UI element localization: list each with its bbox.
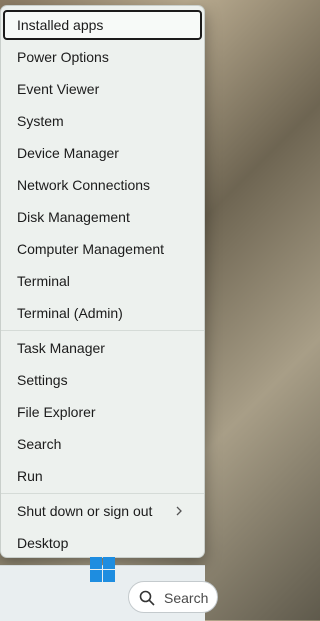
menu-item-label: Task Manager	[17, 340, 105, 356]
menu-item-label: Run	[17, 468, 43, 484]
menu-item-task-manager[interactable]: Task Manager	[5, 333, 200, 363]
menu-item-run[interactable]: Run	[5, 461, 200, 491]
menu-separator	[1, 493, 204, 494]
menu-item-disk-management[interactable]: Disk Management	[5, 202, 200, 232]
menu-item-search[interactable]: Search	[5, 429, 200, 459]
menu-item-label: System	[17, 113, 64, 129]
menu-item-event-viewer[interactable]: Event Viewer	[5, 74, 200, 104]
menu-item-system[interactable]: System	[5, 106, 200, 136]
menu-item-desktop[interactable]: Desktop	[5, 528, 200, 558]
menu-item-label: Desktop	[17, 535, 69, 551]
menu-separator	[1, 330, 204, 331]
chevron-right-icon	[176, 506, 182, 516]
windows-logo-icon[interactable]	[90, 557, 115, 582]
menu-item-device-manager[interactable]: Device Manager	[5, 138, 200, 168]
menu-item-terminal-admin[interactable]: Terminal (Admin)	[5, 298, 200, 328]
menu-item-installed-apps[interactable]: Installed apps	[3, 10, 202, 40]
menu-item-label: Device Manager	[17, 145, 119, 161]
menu-item-settings[interactable]: Settings	[5, 365, 200, 395]
menu-item-label: Settings	[17, 372, 68, 388]
menu-item-power-options[interactable]: Power Options	[5, 42, 200, 72]
menu-item-label: Computer Management	[17, 241, 165, 257]
menu-item-file-explorer[interactable]: File Explorer	[5, 397, 200, 427]
menu-item-label: Shut down or sign out	[17, 503, 153, 519]
menu-item-label: Power Options	[17, 49, 109, 65]
search-placeholder: Search	[164, 590, 209, 606]
taskbar-search-box[interactable]: Search	[128, 581, 218, 613]
menu-item-network-connections[interactable]: Network Connections	[5, 170, 200, 200]
menu-item-terminal[interactable]: Terminal	[5, 266, 200, 296]
search-icon	[139, 590, 155, 606]
menu-item-label: Network Connections	[17, 177, 151, 193]
menu-item-label: Disk Management	[17, 209, 130, 225]
menu-item-label: Terminal	[17, 273, 70, 289]
menu-item-label: Terminal (Admin)	[17, 305, 123, 321]
menu-item-shut-down-or-sign-out[interactable]: Shut down or sign out	[5, 496, 200, 526]
menu-item-label: Search	[17, 436, 62, 452]
quick-link-menu: Installed apps Power Options Event Viewe…	[0, 5, 205, 558]
menu-item-label: Event Viewer	[17, 81, 100, 97]
menu-item-label: Installed apps	[17, 17, 104, 33]
menu-item-computer-management[interactable]: Computer Management	[5, 234, 200, 264]
menu-item-label: File Explorer	[17, 404, 96, 420]
